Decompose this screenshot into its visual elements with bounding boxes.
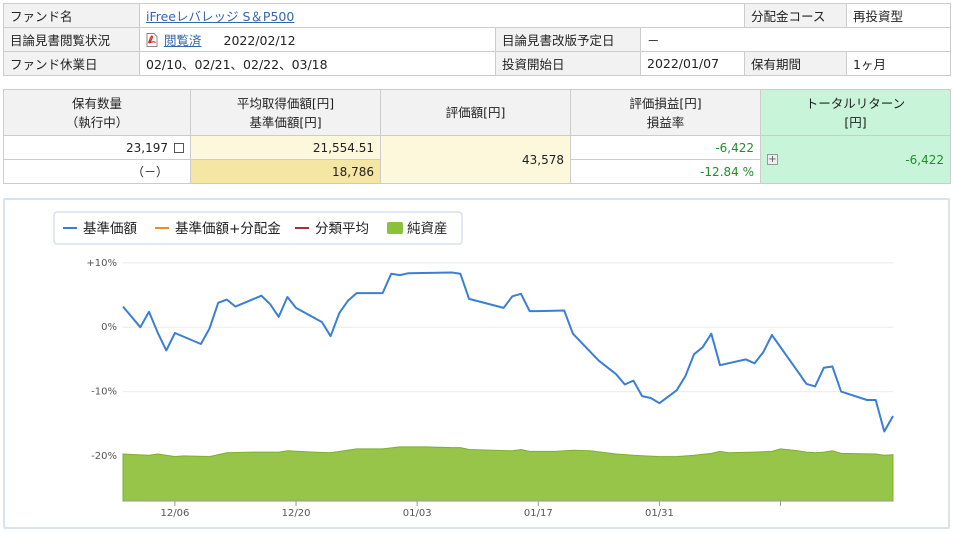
y-tick-label: -10%: [91, 387, 117, 398]
pdf-icon[interactable]: [146, 33, 158, 47]
quantity-header-line1: 保有数量: [71, 95, 122, 111]
fund-holiday-label: ファンド休業日: [3, 51, 140, 76]
profit-loss-header-line2: 損益率: [646, 114, 685, 130]
avg-price-value: 21,554.51: [190, 135, 381, 160]
expand-plus-icon[interactable]: +: [767, 153, 778, 165]
fund-holiday-value: 02/10、02/21、02/22、03/18: [139, 51, 496, 76]
x-tick-label: 12/20: [282, 508, 311, 519]
x-tick-label: 01/03: [403, 508, 432, 519]
profit-loss-header: 評価損益[円] 損益率: [570, 89, 761, 136]
prospectus-revision-value: －: [639, 27, 952, 52]
profit-loss-rate: -12.84 %: [570, 159, 761, 184]
valuation-header: 評価額[円]: [380, 89, 571, 136]
x-tick-label: 12/06: [160, 508, 189, 519]
fund-info-table: ファンド名 iFreeレバレッジ S＆P500 分配金コース 再投資型 目論見書…: [3, 3, 952, 76]
nav-series-line: [122, 271, 894, 433]
total-return-header-line1: トータルリターン: [805, 95, 906, 111]
legend-item-3[interactable]: 純資産: [407, 221, 448, 237]
quantity-checkbox[interactable]: [174, 142, 184, 153]
y-tick-label: -20%: [91, 451, 117, 462]
nav-value: 18,786: [190, 159, 381, 184]
quantity-cell: 23,197: [3, 135, 191, 160]
dividend-course-label: 分配金コース: [744, 3, 848, 28]
profit-loss-value: -6,422: [570, 135, 761, 160]
price-chart-svg: 基準価額 基準価額+分配金 分類平均 純資産 +10% 0% -10% -20% 12/06 1…: [53, 211, 894, 519]
investment-start-value: 2022/01/07: [639, 51, 746, 76]
holdings-table: 保有数量 （執行中） 平均取得価額[円] 基準価額[円] 評価額[円] 評価損益…: [3, 89, 951, 184]
legend-item-2[interactable]: 分類平均: [315, 221, 369, 237]
dividend-course-value: 再投資型: [846, 3, 952, 28]
y-tick-label: 0%: [101, 322, 117, 333]
prospectus-viewed-date: 2022/02/12: [223, 33, 296, 48]
total-return-cell: + -6,422: [760, 135, 951, 184]
executing-quantity: （－）: [3, 159, 191, 184]
investment-start-label: 投資開始日: [495, 51, 641, 76]
x-tick-label: 01/31: [645, 508, 674, 519]
avg-price-header: 平均取得価額[円] 基準価額[円]: [190, 89, 381, 136]
prospectus-revision-label: 目論見書改版予定日: [495, 27, 641, 52]
avg-price-header-line2: 基準価額[円]: [249, 114, 322, 130]
quantity-value: 23,197: [126, 140, 168, 155]
holding-period-label: 保有期間: [744, 51, 848, 76]
legend-item-0[interactable]: 基準価額: [83, 220, 137, 237]
prospectus-status-label: 目論見書閲覧状況: [3, 27, 140, 52]
legend-swatch-net-assets[interactable]: [387, 222, 403, 234]
avg-price-header-line1: 平均取得価額[円]: [236, 95, 335, 111]
total-return-value: -6,422: [905, 152, 944, 167]
prospectus-status-cell: 閲覧済 2022/02/12: [139, 27, 496, 52]
y-tick-label: +10%: [86, 258, 117, 269]
valuation-value: 43,578: [380, 135, 571, 184]
prospectus-viewed-link[interactable]: 閲覧済: [164, 33, 202, 48]
fund-name-label: ファンド名: [3, 3, 140, 28]
holding-period-value: 1ヶ月: [846, 51, 952, 76]
fund-name-link[interactable]: iFreeレバレッジ S＆P500: [146, 9, 294, 24]
x-tick-label: 01/17: [524, 508, 553, 519]
price-chart: 基準価額 基準価額+分配金 分類平均 純資産 +10% 0% -10% -20% 12/06 1…: [3, 198, 950, 529]
profit-loss-header-line1: 評価損益[円]: [629, 95, 702, 111]
quantity-header: 保有数量 （執行中）: [3, 89, 191, 136]
net-assets-area: [122, 446, 894, 502]
quantity-header-line2: （執行中）: [65, 114, 129, 130]
total-return-header: トータルリターン [円]: [760, 89, 951, 136]
total-return-header-line2: [円]: [844, 114, 867, 130]
legend-item-1[interactable]: 基準価額+分配金: [175, 220, 281, 237]
